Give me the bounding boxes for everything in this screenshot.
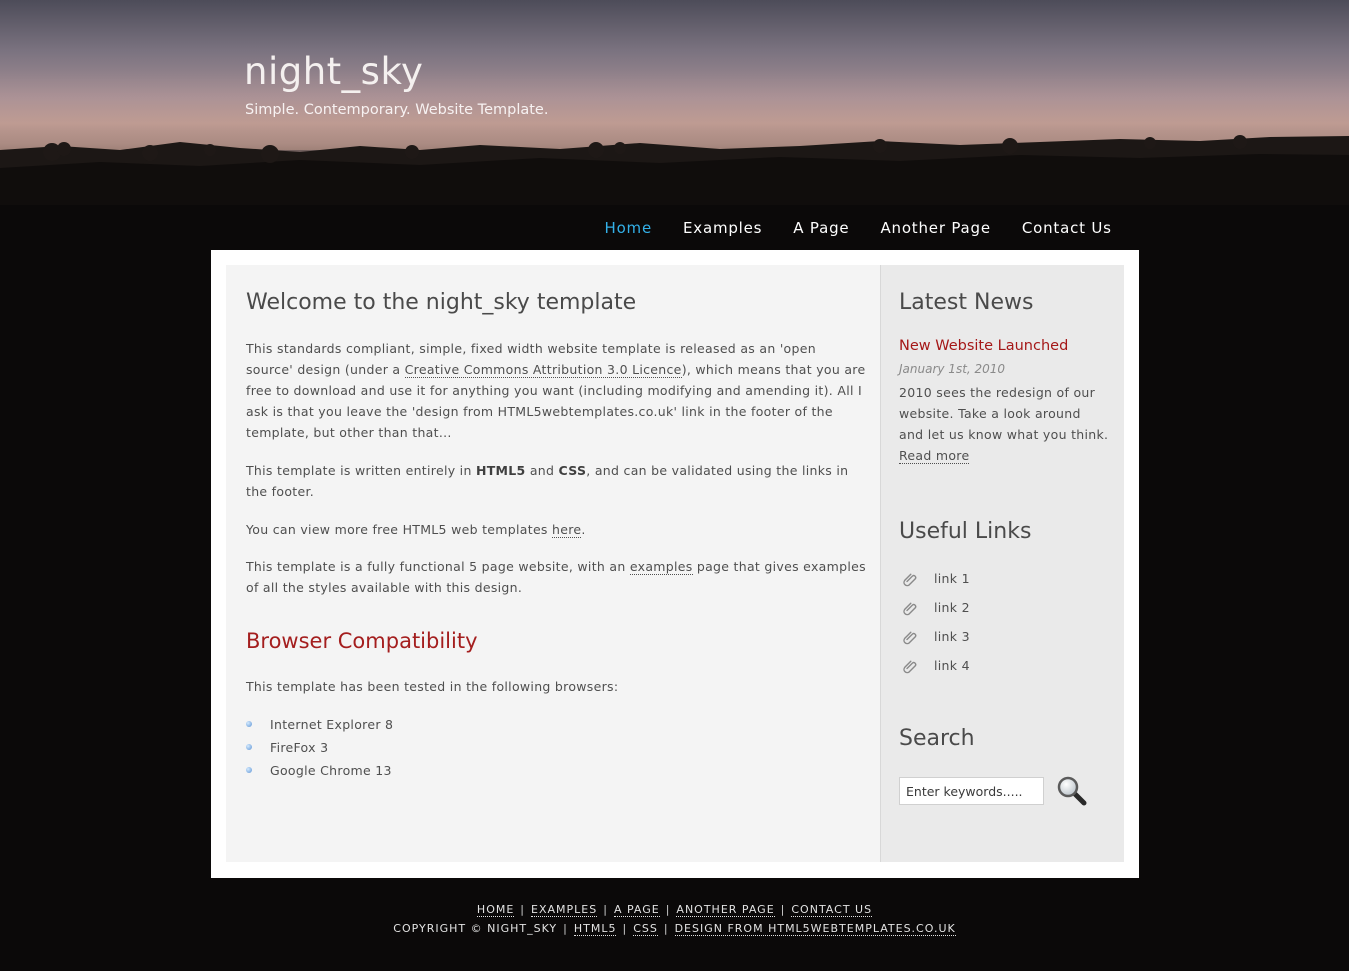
footer-link-another-page[interactable]: ANOTHER PAGE — [676, 903, 775, 917]
list-item: Internet Explorer 8 — [246, 714, 393, 737]
footer: HOME | EXAMPLES | A PAGE | ANOTHER PAGE | CONTAC… — [0, 900, 1349, 938]
licence-link[interactable]: Creative Commons Attribution 3.0 Licence — [404, 362, 682, 378]
footer-link-contact-us[interactable]: CONTACT US — [791, 903, 873, 917]
useful-link-1[interactable]: link 1 — [934, 571, 970, 586]
news-title: New Website Launched — [899, 338, 1069, 354]
main-menu: Home Examples A Page Another Page Contac… — [589, 217, 1127, 239]
useful-links-heading: Useful Links — [899, 519, 1032, 544]
bullet-icon — [246, 721, 252, 727]
bullet-icon — [246, 744, 252, 750]
separator: | — [780, 903, 786, 916]
browser-name: FireFox 3 — [270, 740, 329, 755]
site-title[interactable]: night_sky — [244, 50, 423, 93]
intro-paragraph-3: You can view more free HTML5 web templat… — [246, 519, 866, 540]
intro-text: This standards compliant, simple, fixed … — [246, 338, 866, 598]
copyright-text: COPYRIGHT © NIGHT_SKY — [393, 922, 558, 935]
list-item: link 4 — [899, 655, 970, 684]
latest-news-heading: Latest News — [899, 290, 1034, 315]
site-slogan: Simple. Contemporary. Website Template. — [245, 102, 549, 118]
text-span: and — [525, 463, 559, 478]
footer-link-a-page[interactable]: A PAGE — [613, 903, 660, 917]
html5-bold: HTML5 — [475, 463, 526, 478]
paperclip-icon — [903, 602, 917, 616]
browser-compat-text: This template has been tested in the fol… — [246, 679, 619, 694]
menu-link-a-page[interactable]: A Page — [778, 217, 865, 239]
separator: | — [603, 903, 608, 916]
footer-copyright-line: COPYRIGHT © NIGHT_SKY | HTML5 | CSS | DESIGN F… — [0, 919, 1349, 938]
menu-item-examples: Examples — [668, 217, 778, 239]
list-item: link 1 — [899, 568, 970, 597]
useful-link-3[interactable]: link 3 — [934, 629, 970, 644]
text-span: This template is a fully functional 5 pa… — [246, 559, 630, 574]
separator: | — [665, 903, 671, 916]
paperclip-icon — [903, 660, 917, 674]
text-span: This template is written entirely in — [246, 463, 476, 478]
useful-link-4[interactable]: link 4 — [934, 658, 970, 673]
sunset-landscape-image — [0, 70, 1349, 205]
browser-name: Internet Explorer 8 — [270, 717, 394, 732]
search-heading: Search — [899, 726, 975, 751]
html5-validate-link[interactable]: HTML5 — [573, 922, 617, 936]
magnifier-icon[interactable] — [1056, 775, 1088, 807]
menu-link-examples[interactable]: Examples — [668, 217, 778, 239]
search-input[interactable] — [899, 777, 1044, 805]
content-frame: Welcome to the night_sky template This s… — [211, 250, 1139, 878]
header-banner: night_sky Simple. Contemporary. Website … — [0, 0, 1349, 205]
examples-link[interactable]: examples — [629, 559, 693, 575]
design-credit-link[interactable]: DESIGN FROM HTML5WEBTEMPLATES.CO.UK — [674, 922, 956, 936]
separator: | — [563, 922, 568, 935]
intro-paragraph-1: This standards compliant, simple, fixed … — [246, 338, 866, 443]
news-body: 2010 sees the redesign of our website. T… — [899, 382, 1109, 466]
footer-link-home[interactable]: HOME — [476, 903, 515, 917]
text-span: . — [581, 522, 586, 537]
separator: | — [622, 922, 628, 935]
templates-here-link[interactable]: here — [552, 522, 582, 538]
paperclip-icon — [903, 631, 917, 645]
menu-link-another-page[interactable]: Another Page — [865, 217, 1006, 239]
sidebar: Latest News New Website Launched January… — [881, 265, 1124, 862]
text-span: You can view more free HTML5 web templat… — [246, 522, 553, 537]
menu-link-contact-us[interactable]: Contact Us — [1006, 217, 1127, 239]
css-validate-link[interactable]: CSS — [633, 922, 658, 936]
news-text: 2010 sees the redesign of our website. T… — [899, 385, 1109, 442]
list-item: link 2 — [899, 597, 970, 626]
bullet-icon — [246, 767, 252, 773]
intro-paragraph-4: This template is a fully functional 5 pa… — [246, 556, 866, 598]
menu-item-another-page: Another Page — [865, 217, 1006, 239]
read-more-link[interactable]: Read more — [899, 448, 970, 464]
browser-compat-heading: Browser Compatibility — [246, 629, 478, 653]
menu-item-contact-us: Contact Us — [1006, 217, 1127, 239]
list-item: Google Chrome 13 — [246, 760, 393, 783]
list-item: link 3 — [899, 626, 970, 655]
menu-item-a-page: A Page — [778, 217, 865, 239]
news-date: January 1st, 2010 — [899, 362, 1006, 376]
footer-link-examples[interactable]: EXAMPLES — [531, 903, 598, 917]
useful-link-2[interactable]: link 2 — [934, 600, 970, 615]
list-item: FireFox 3 — [246, 737, 393, 760]
intro-paragraph-2: This template is written entirely in HTM… — [246, 460, 866, 502]
separator: | — [520, 903, 526, 916]
main-content: Welcome to the night_sky template This s… — [226, 265, 881, 862]
paperclip-icon — [903, 573, 917, 587]
menu-item-home: Home — [589, 217, 668, 239]
page-heading: Welcome to the night_sky template — [246, 290, 637, 315]
footer-nav: HOME | EXAMPLES | A PAGE | ANOTHER PAGE | CONTAC… — [0, 900, 1349, 919]
separator: | — [663, 922, 669, 935]
css-bold: CSS — [558, 463, 587, 478]
menu-link-home[interactable]: Home — [589, 217, 668, 239]
browser-list: Internet Explorer 8 FireFox 3 Google Chr… — [246, 714, 393, 783]
useful-links-list: link 1 link 2 link 3 link 4 — [899, 568, 970, 684]
browser-name: Google Chrome 13 — [270, 763, 392, 778]
